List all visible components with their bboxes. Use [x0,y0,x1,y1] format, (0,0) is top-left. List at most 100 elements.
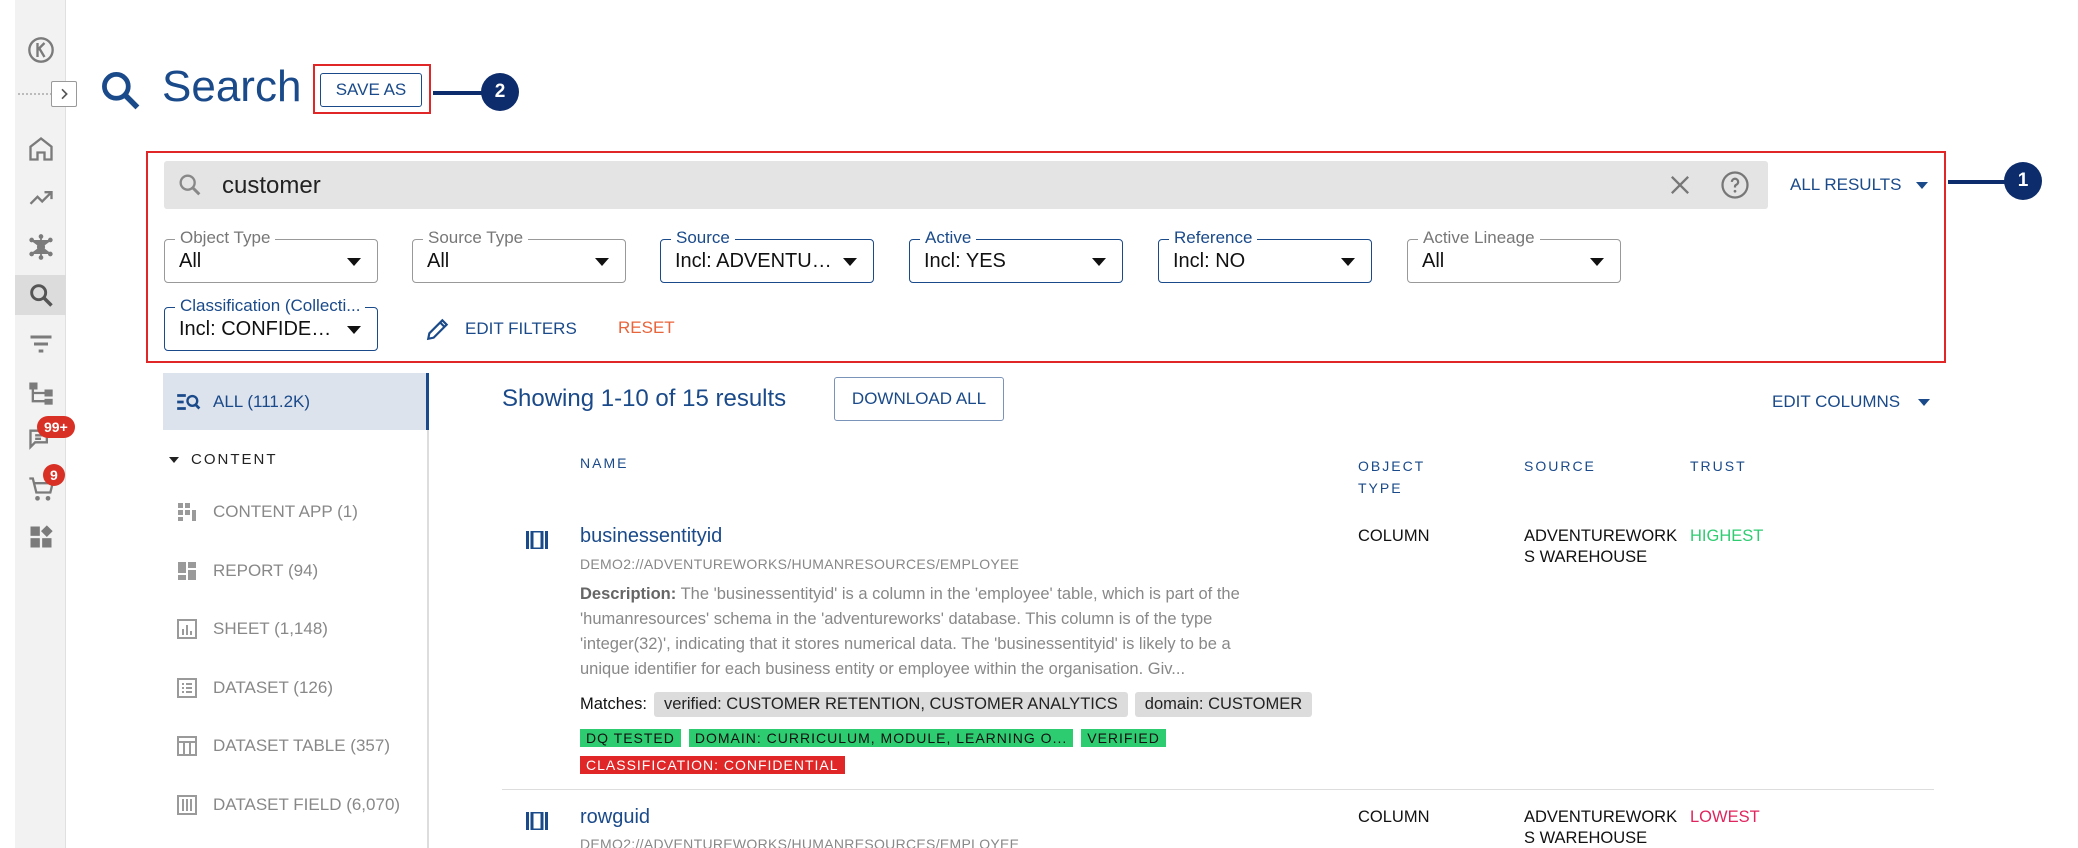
filter-classification[interactable]: Classification (Collecti... Incl: CONFID… [164,296,378,351]
chat-badge: 99+ [37,416,75,438]
match-chip: verified: CUSTOMER RETENTION, CUSTOMER A… [653,692,1128,717]
nav-item-sheet[interactable]: SHEET (1,148) [175,617,328,641]
help-icon[interactable] [1720,170,1750,200]
column-header-trust[interactable]: TRUST [1690,455,1747,477]
caret-down-icon [1590,258,1604,266]
caret-down-icon [1092,258,1106,266]
filter-label: Reference [1169,228,1258,248]
nav-item-content-app[interactable]: CONTENT APP (1) [175,500,358,524]
column-header-object-type[interactable]: OBJECT TYPE [1358,455,1425,499]
result-classification: CLASSIFICATION: CONFIDENTIAL [580,756,845,774]
result-name-link[interactable]: businessentityid [580,525,722,548]
nav-item-dataset-table[interactable]: DATASET TABLE (357) [175,734,390,758]
app-root: 99+ 9 Search SAVE AS 2 1 customer ALL RE… [0,0,2078,848]
rail-divider [18,93,52,95]
logo-icon[interactable] [15,30,66,70]
hierarchy-icon[interactable] [15,373,66,413]
filter-label: Object Type [175,228,276,248]
filter-reference[interactable]: Reference Incl: NO [1158,228,1372,283]
nav-section-content[interactable]: CONTENT [169,451,278,468]
column-header-source[interactable]: SOURCE [1524,455,1596,477]
result-path: DEMO2://ADVENTUREWORKS/HUMANRESOURCES/EM… [580,556,1020,572]
network-icon[interactable] [15,227,66,267]
dataset-table-icon [177,736,197,756]
filter-icon[interactable] [15,324,66,364]
caret-down-icon [347,326,361,334]
nav-item-label: DATASET TABLE (357) [213,736,390,755]
filter-label: Source [671,228,735,248]
result-object-type: COLUMN [1358,808,1430,826]
caret-down-icon [1341,258,1355,266]
callout-1-line [1948,180,2006,184]
home-icon[interactable] [15,129,66,169]
object-type-nav: ALL (111.2K) CONTENT CONTENT APP (1) REP… [163,373,429,848]
column-type-icon [526,812,548,830]
classification-badge: CLASSIFICATION: CONFIDENTIAL [580,756,845,774]
search-bar[interactable]: customer [164,161,1768,209]
dataset-field-icon [177,795,197,815]
filter-active-lineage[interactable]: Active Lineage All [1407,228,1621,283]
callout-1: 1 [2004,162,2042,200]
tag-badge: DOMAIN: CURRICULUM, MODULE, LEARNING O..… [688,729,1074,747]
nav-all-label: ALL (111.2K) [213,391,311,411]
filter-value: Incl: ADVENTUR... [675,250,835,272]
report-icon [178,562,196,580]
dashboard-icon[interactable] [15,517,66,557]
filter-label: Active Lineage [1418,228,1540,248]
chevron-right-icon [61,88,68,100]
reset-button[interactable]: RESET [618,318,675,338]
column-header-name[interactable]: NAME [580,452,628,474]
edit-filters-button[interactable]: EDIT FILTERS [425,316,577,342]
expand-rail-button[interactable] [51,81,77,107]
search-input[interactable]: customer [222,172,321,200]
filter-label: Classification (Collecti... [175,296,366,316]
result-tags: DQ TESTED DOMAIN: CURRICULUM, MODULE, LE… [580,729,1166,747]
clear-icon[interactable] [1666,171,1694,199]
column-type-icon [526,531,548,549]
search-title-icon [102,72,140,110]
result-name-link[interactable]: rowguid [580,806,650,829]
tag-badge: VERIFIED [1081,729,1166,747]
filter-active[interactable]: Active Incl: YES [909,228,1123,283]
trending-icon[interactable] [15,178,66,218]
nav-item-dataset[interactable]: DATASET (126) [175,676,333,700]
filter-value: All [1422,250,1445,272]
filter-value: Incl: NO [1173,250,1246,272]
all-results-dropdown[interactable]: ALL RESULTS [1790,175,1928,195]
save-as-button[interactable]: SAVE AS [320,73,422,107]
filter-label: Source Type [423,228,529,248]
search-icon [179,174,201,196]
filter-source[interactable]: Source Incl: ADVENTUR... [660,228,874,283]
download-all-button[interactable]: DOWNLOAD ALL [834,377,1004,421]
caret-down-icon [169,456,179,463]
callout-2: 2 [481,73,519,111]
filter-value: Incl: YES [924,250,1006,272]
filter-value: All [427,250,450,272]
description-text: The 'businessentityid' is a column in th… [580,585,1240,678]
results-count: Showing 1-10 of 15 results [502,385,787,412]
result-path: DEMO2://ADVENTUREWORKS/HUMANRESOURCES/EM… [580,836,1020,848]
caret-down-icon [843,258,857,266]
result-object-type: COLUMN [1358,527,1430,545]
edit-filters-label: EDIT FILTERS [465,319,577,338]
nav-item-report[interactable]: REPORT (94) [175,559,318,583]
filter-object-type[interactable]: Object Type All [164,228,378,283]
result-matches: Matches: verified: CUSTOMER RETENTION, C… [580,692,1313,717]
search-nav-icon[interactable] [15,275,66,315]
cart-badge: 9 [43,464,65,486]
page-title: Search [162,62,302,111]
dataset-icon [177,678,197,698]
nav-section-label: CONTENT [191,451,278,468]
filter-label: Active [920,228,977,248]
nav-item-label: SHEET (1,148) [213,619,328,638]
caret-down-icon [595,258,609,266]
nav-item-dataset-field[interactable]: DATASET FIELD (6,070) [175,793,400,817]
nav-item-label: CONTENT APP (1) [213,502,358,521]
nav-item-all[interactable]: ALL (111.2K) [163,373,429,430]
caret-down-icon [1918,399,1931,407]
filter-source-type[interactable]: Source Type All [412,228,626,283]
source-line: S WAREHOUSE [1524,829,1648,847]
edit-columns-dropdown[interactable]: EDIT COLUMNS [1772,392,1931,412]
row-divider [502,789,1934,790]
source-line: ADVENTUREWORK [1524,808,1678,826]
